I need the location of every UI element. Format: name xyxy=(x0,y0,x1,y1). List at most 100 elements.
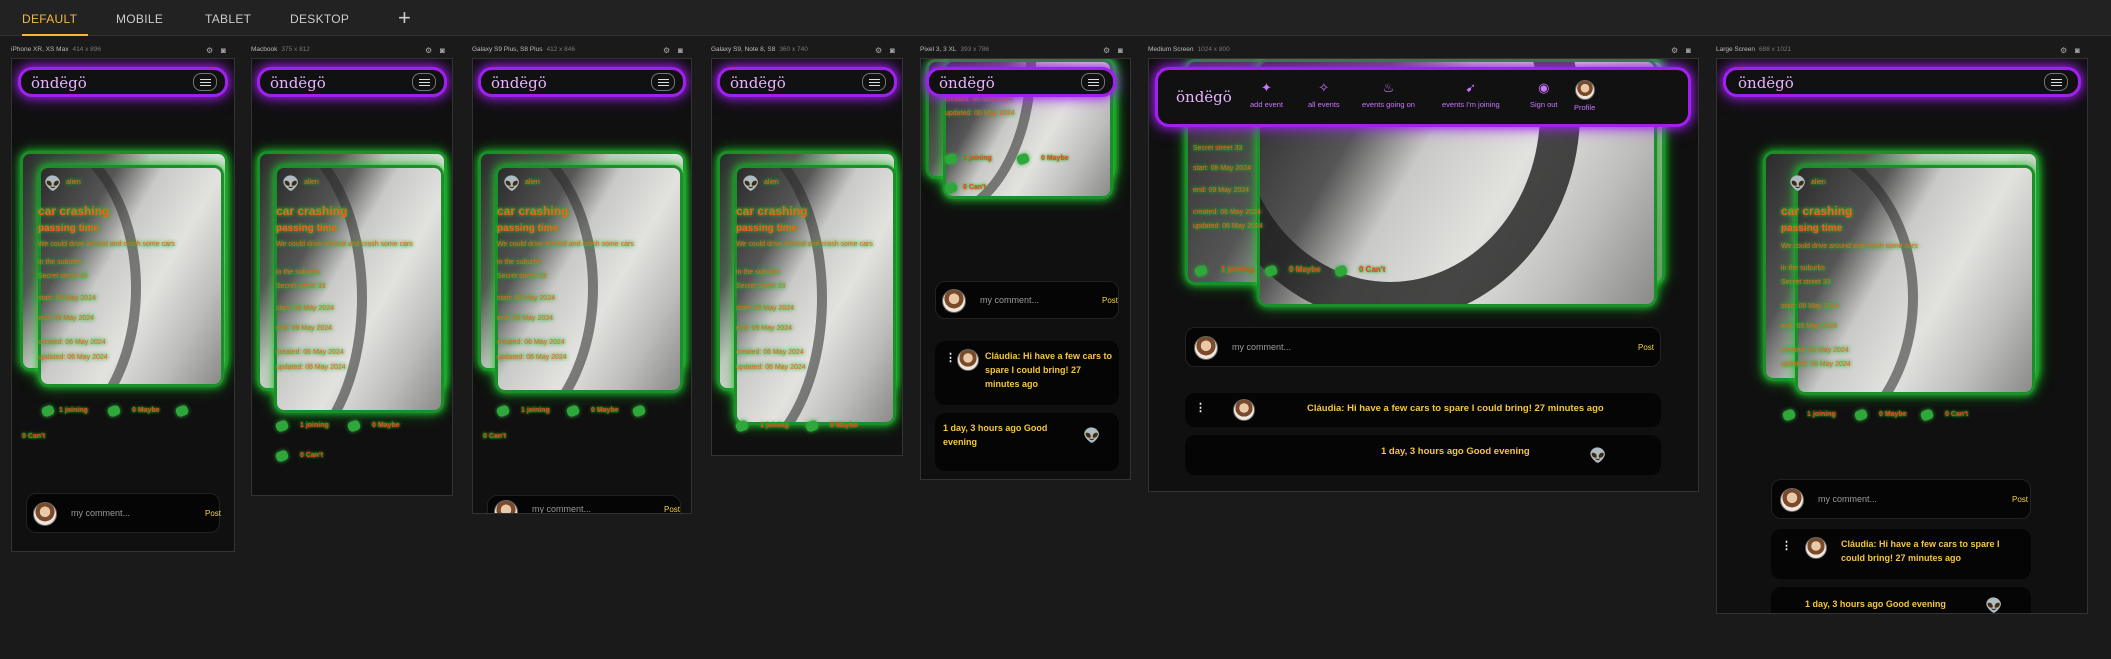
hamburger-menu-icon[interactable] xyxy=(862,73,886,91)
device-name: Medium Screen xyxy=(1148,46,1194,53)
brand-logo[interactable]: öndëgö xyxy=(491,74,547,92)
rsvp-cant[interactable]: 0 Can't xyxy=(1359,265,1385,274)
join-heart-icon[interactable] xyxy=(1781,408,1797,422)
device-name: Pixel 3, 3 XL xyxy=(920,46,957,53)
hamburger-menu-icon[interactable] xyxy=(651,73,675,91)
event-updated: updated: 06 May 2024 xyxy=(497,354,567,361)
brand-logo[interactable]: öndëgö xyxy=(31,74,87,92)
brand-logo[interactable]: öndëgö xyxy=(270,74,326,92)
event-end: end: 09 May 2024 xyxy=(736,325,793,332)
rsvp-maybe[interactable]: 0 Maybe xyxy=(1879,411,1907,418)
camera-icon[interactable]: ◙ xyxy=(1118,46,1123,55)
post-button[interactable]: Post xyxy=(205,509,221,518)
nav-all-events[interactable]: ✧ all events xyxy=(1308,80,1340,109)
add-device-button[interactable]: + xyxy=(398,6,411,30)
more-options-icon[interactable]: ⋮ xyxy=(945,351,956,364)
rsvp-joining[interactable]: 1 joining xyxy=(521,407,550,414)
maybe-heart-icon[interactable] xyxy=(565,404,581,418)
navbar: öndëgö xyxy=(478,67,686,97)
join-heart-icon[interactable] xyxy=(495,404,511,418)
brand-logo[interactable]: öndëgö xyxy=(730,74,786,92)
event-title: car crashing xyxy=(497,204,569,218)
camera-icon[interactable]: ◙ xyxy=(221,46,226,55)
rsvp-maybe[interactable]: 0 Maybe xyxy=(132,407,160,414)
cant-heart-icon[interactable] xyxy=(631,404,647,418)
more-options-icon[interactable]: ⋮ xyxy=(1195,401,1206,414)
gear-icon[interactable]: ⚙ xyxy=(875,46,882,55)
more-options-icon[interactable]: ⋮ xyxy=(1781,539,1792,552)
tab-default[interactable]: DEFAULT xyxy=(22,0,88,36)
rsvp-maybe[interactable]: 0 Maybe xyxy=(591,407,619,414)
rsvp-cant[interactable]: 0 Can't xyxy=(483,433,506,440)
nav-events-joining[interactable]: ➹ events I'm joining xyxy=(1442,80,1500,109)
post-button[interactable]: Post xyxy=(664,505,680,513)
comment-input[interactable]: my comment... xyxy=(1818,494,1877,504)
brand-logo[interactable]: öndëgö xyxy=(1738,74,1794,92)
brand-logo[interactable]: öndëgö xyxy=(1176,88,1232,106)
post-button[interactable]: Post xyxy=(1102,296,1118,305)
alien-avatar-icon: 👽 xyxy=(1789,175,1807,191)
comment-box: my comment... Post xyxy=(487,495,681,513)
event-start: start: 08 May 2024 xyxy=(1193,165,1251,172)
rsvp-joining[interactable]: 1 joining xyxy=(300,422,329,429)
maybe-heart-icon[interactable] xyxy=(346,419,362,433)
rsvp-maybe[interactable]: 0 Maybe xyxy=(1289,265,1321,274)
nav-events-going-on[interactable]: ♨ events going on xyxy=(1362,80,1415,109)
join-heart-icon[interactable] xyxy=(274,419,290,433)
gear-icon[interactable]: ⚙ xyxy=(1671,46,1678,55)
camera-icon[interactable]: ◙ xyxy=(678,46,683,55)
user-avatar xyxy=(33,502,57,526)
nav-add-event[interactable]: ✦ add event xyxy=(1250,80,1283,109)
tab-mobile[interactable]: MOBILE xyxy=(116,0,163,36)
event-end: end: 09 May 2024 xyxy=(1193,187,1250,194)
hamburger-menu-icon[interactable] xyxy=(412,73,436,91)
cant-heart-icon[interactable] xyxy=(1919,408,1935,422)
comment-box: my comment... Post xyxy=(935,281,1119,319)
camera-icon[interactable]: ◙ xyxy=(1686,46,1691,55)
gear-icon[interactable]: ⚙ xyxy=(2060,46,2067,55)
rsvp-maybe[interactable]: 0 Maybe xyxy=(1041,155,1069,162)
rsvp-maybe[interactable]: 0 Maybe xyxy=(830,422,858,429)
cant-heart-icon[interactable] xyxy=(274,449,290,463)
brand-logo[interactable]: öndëgö xyxy=(939,74,995,92)
tab-tablet[interactable]: TABLET xyxy=(205,0,251,36)
join-heart-icon[interactable] xyxy=(40,404,56,418)
camera-icon[interactable]: ◙ xyxy=(2075,46,2080,55)
rsvp-joining[interactable]: 1 joining xyxy=(59,407,88,414)
gear-icon[interactable]: ⚙ xyxy=(663,46,670,55)
rsvp-cant[interactable]: 0 Can't xyxy=(22,433,45,440)
rsvp-maybe[interactable]: 0 Maybe xyxy=(372,422,400,429)
bulb-icon: ◉ xyxy=(1538,80,1550,95)
gear-icon[interactable]: ⚙ xyxy=(206,46,213,55)
post-button[interactable]: Post xyxy=(1638,343,1654,352)
rsvp-joining[interactable]: 1 joining xyxy=(1807,411,1836,418)
comment-input[interactable]: my comment... xyxy=(532,504,591,513)
maybe-heart-icon[interactable] xyxy=(1853,408,1869,422)
comment-input[interactable]: my comment... xyxy=(980,295,1039,305)
post-button[interactable]: Post xyxy=(2012,495,2028,504)
hamburger-menu-icon[interactable] xyxy=(193,73,217,91)
nav-profile[interactable]: Profile xyxy=(1574,80,1595,112)
cant-heart-icon[interactable] xyxy=(174,404,190,418)
nav-sign-out[interactable]: ◉ Sign out xyxy=(1530,80,1558,109)
comment-input[interactable]: my comment... xyxy=(71,508,130,518)
maybe-heart-icon[interactable] xyxy=(106,404,122,418)
gear-icon[interactable]: ⚙ xyxy=(425,46,432,55)
comment-text: Cláudia: Hi have a few cars to spare I c… xyxy=(1841,539,2000,563)
tab-desktop[interactable]: DESKTOP xyxy=(290,0,349,36)
camera-icon[interactable]: ◙ xyxy=(440,46,445,55)
flame-icon: ♨ xyxy=(1382,80,1395,95)
gear-icon[interactable]: ⚙ xyxy=(1103,46,1110,55)
rsvp-joining[interactable]: 1 joining xyxy=(963,155,992,162)
device-size: 412 x 846 xyxy=(546,46,576,53)
hamburger-menu-icon[interactable] xyxy=(1081,73,1105,91)
comment-input[interactable]: my comment... xyxy=(1232,342,1291,352)
camera-icon[interactable]: ◙ xyxy=(890,46,895,55)
viewport: öndëgö 👽 alien car crashing passing time… xyxy=(1716,58,2088,614)
rsvp-joining[interactable]: 1 joining xyxy=(1221,265,1254,274)
rsvp-cant[interactable]: 0 Can't xyxy=(1945,411,1968,418)
hamburger-menu-icon[interactable] xyxy=(2044,73,2068,91)
rsvp-cant[interactable]: 0 Can't xyxy=(300,452,323,459)
rsvp-joining[interactable]: 1 joining xyxy=(760,422,789,429)
rsvp-cant[interactable]: 0 Can't xyxy=(963,184,986,191)
